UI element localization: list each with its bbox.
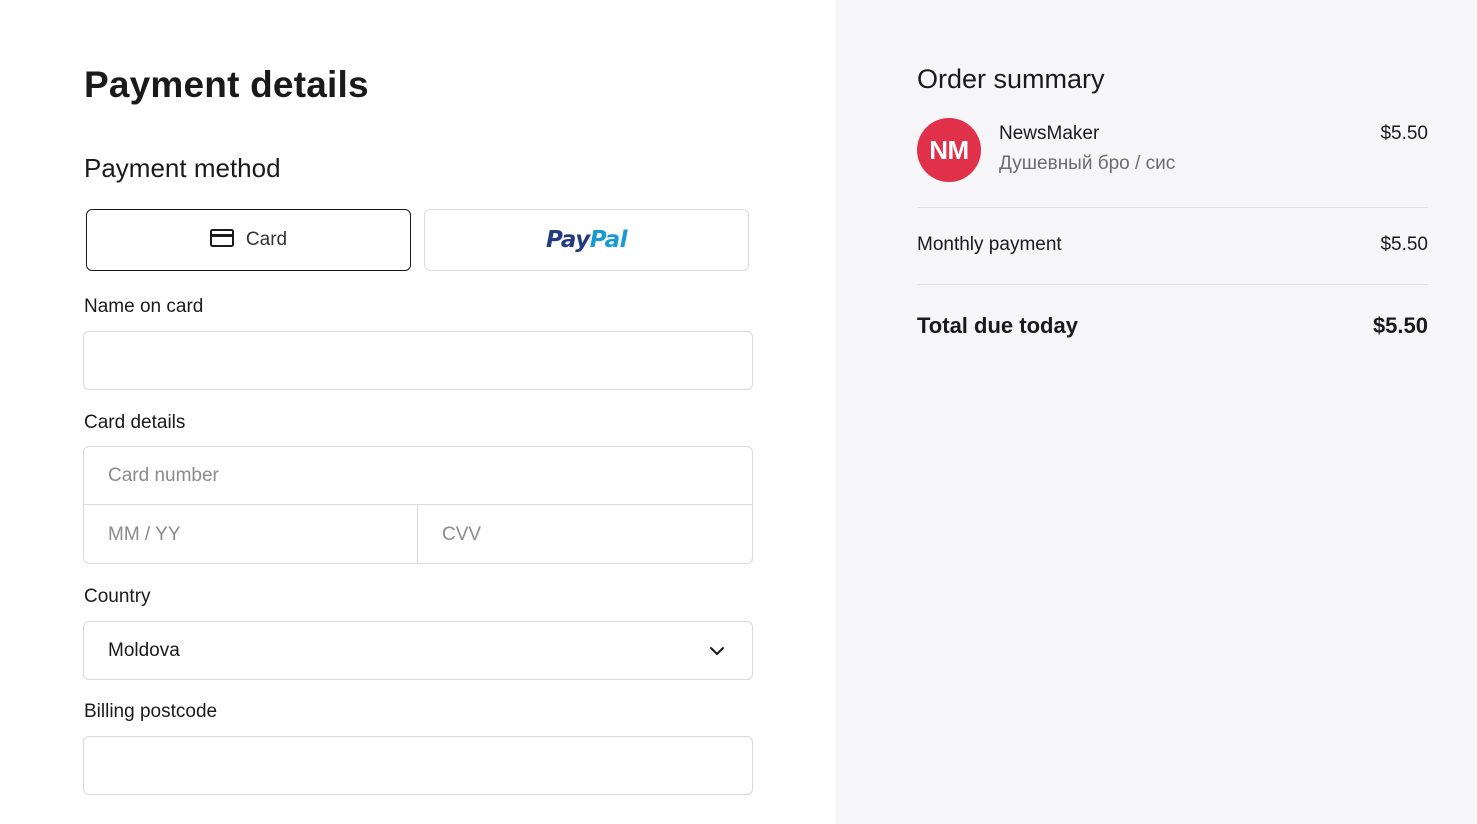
divider	[917, 284, 1428, 285]
cvv-input[interactable]: CVV	[418, 505, 752, 563]
paypal-logo: PayPal	[546, 227, 628, 253]
name-on-card-input[interactable]	[83, 331, 753, 390]
divider	[917, 207, 1428, 208]
country-label: Country	[84, 586, 151, 607]
country-select[interactable]: Moldova	[83, 621, 753, 680]
cvv-placeholder: CVV	[442, 523, 482, 545]
card-details-group: Card number MM / YY CVV	[83, 446, 753, 564]
card-method-button[interactable]: Card	[86, 209, 411, 271]
credit-card-icon	[209, 228, 234, 252]
total-due-price: $5.50	[1372, 313, 1428, 338]
card-details-label: Card details	[84, 412, 186, 433]
creator-name: NewsMaker	[999, 123, 1100, 144]
billing-postcode-input[interactable]	[83, 736, 753, 795]
page-title: Payment details	[84, 64, 369, 105]
card-method-label: Card	[245, 229, 288, 250]
expiry-input[interactable]: MM / YY	[84, 505, 418, 563]
paypal-logo-pay: Pay	[546, 227, 590, 253]
order-summary-title: Order summary	[917, 64, 1105, 94]
expiry-placeholder: MM / YY	[108, 523, 181, 545]
total-due-label: Total due today	[917, 313, 1078, 338]
payment-method-title: Payment method	[84, 153, 281, 183]
monthly-payment-price: $5.50	[1380, 234, 1428, 255]
monthly-payment-label: Monthly payment	[917, 234, 1062, 255]
country-value: Moldova	[108, 639, 180, 661]
card-number-input[interactable]: Card number	[84, 447, 752, 505]
chevron-down-icon	[708, 642, 726, 660]
payment-panel: Payment details Payment method Card PayP…	[0, 0, 835, 824]
tier-name: Душевный бро / сис	[999, 153, 1176, 174]
avatar: NM	[917, 118, 981, 182]
paypal-method-button[interactable]: PayPal	[424, 209, 749, 271]
billing-postcode-label: Billing postcode	[84, 701, 218, 722]
name-on-card-label: Name on card	[84, 296, 204, 317]
paypal-logo-pal: Pal	[589, 227, 628, 253]
item-price: $5.50	[1380, 123, 1428, 144]
card-number-placeholder: Card number	[108, 464, 219, 486]
